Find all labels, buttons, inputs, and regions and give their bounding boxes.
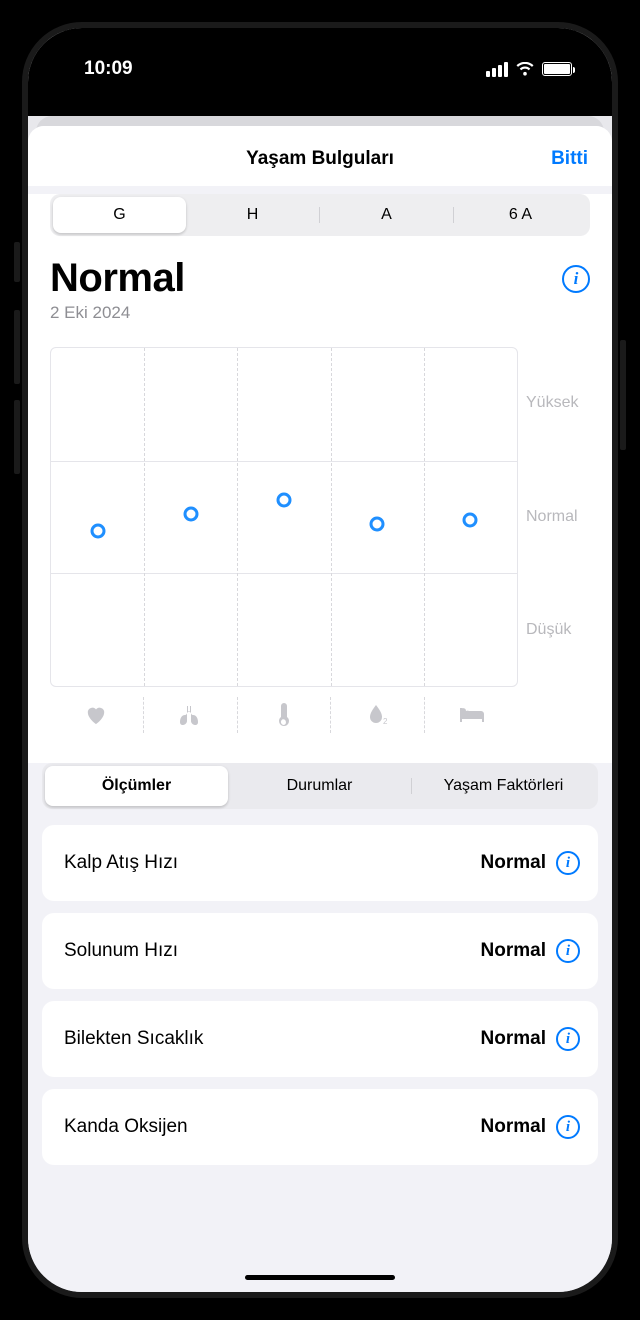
info-icon[interactable]: i — [562, 265, 590, 293]
chart-ylabel-low: Düşük — [526, 621, 590, 639]
heart-icon — [50, 697, 143, 733]
tab-life-factors[interactable]: Yaşam Faktörleri — [412, 766, 595, 806]
chart-gridline-v — [144, 348, 145, 686]
navigation-bar: Yaşam Bulguları Bitti — [28, 126, 612, 186]
status-icons — [486, 62, 572, 77]
chart-gridline-h — [51, 573, 517, 574]
wifi-icon — [515, 62, 535, 77]
metric-name: Solunum Hızı — [64, 940, 178, 962]
tab-measurements[interactable]: Ölçümler — [45, 766, 228, 806]
summary-date: 2 Eki 2024 — [50, 303, 590, 323]
metric-card-heart-rate[interactable]: Kalp Atış Hızı Normal i — [42, 825, 598, 901]
volume-up-button — [14, 310, 20, 384]
metric-card-wrist-temperature[interactable]: Bilekten Sıcaklık Normal i — [42, 1001, 598, 1077]
done-button[interactable]: Bitti — [528, 148, 588, 170]
status-time: 10:09 — [84, 58, 133, 80]
chart-gridline-h — [51, 461, 517, 462]
time-range-day[interactable]: G — [53, 197, 186, 233]
phone-frame: 10:09 Yaşam Bulguları Bitti G — [0, 0, 640, 1320]
chart-gridline-v — [331, 348, 332, 686]
chart-gridline-v — [424, 348, 425, 686]
time-range-six-months[interactable]: 6 A — [454, 197, 587, 233]
phone-body: 10:09 Yaşam Bulguları Bitti G — [22, 22, 618, 1298]
summary-block: Normal i 2 Eki 2024 — [28, 256, 612, 327]
bed-icon — [425, 697, 518, 733]
time-range-month[interactable]: A — [320, 197, 453, 233]
summary-status: Normal — [50, 256, 185, 301]
vitals-chart[interactable]: Yüksek Normal Düşük — [50, 347, 590, 687]
metric-card-respiratory-rate[interactable]: Solunum Hızı Normal i — [42, 913, 598, 989]
metric-value: Normal — [481, 1116, 546, 1138]
chart-data-point — [277, 493, 292, 508]
lungs-icon — [144, 697, 237, 733]
info-icon[interactable]: i — [556, 1115, 580, 1139]
chart-gridline-v — [237, 348, 238, 686]
info-icon[interactable]: i — [556, 1027, 580, 1051]
content-area: G H A 6 A Normal i 2 Eki 2024 — [28, 194, 612, 1217]
section-segmented-control[interactable]: Ölçümler Durumlar Yaşam Faktörleri — [42, 763, 598, 809]
metric-value: Normal — [481, 852, 546, 874]
silence-switch — [14, 242, 20, 282]
thermometer-icon — [238, 697, 331, 733]
metric-name: Kalp Atış Hızı — [64, 852, 178, 874]
chart-data-point — [463, 513, 478, 528]
time-range-week[interactable]: H — [186, 197, 319, 233]
metric-card-blood-oxygen[interactable]: Kanda Oksijen Normal i — [42, 1089, 598, 1165]
chart-grid — [50, 347, 518, 687]
bottom-section: Ölçümler Durumlar Yaşam Faktörleri Kalp … — [28, 763, 612, 1217]
home-indicator[interactable] — [245, 1275, 395, 1280]
page-title: Yaşam Bulguları — [246, 148, 394, 170]
chart-data-point — [183, 506, 198, 521]
sheet-backdrop — [28, 96, 612, 116]
power-button — [620, 340, 626, 450]
chart-ylabel-high: Yüksek — [526, 394, 590, 412]
chart-data-point — [90, 523, 105, 538]
metric-name: Bilekten Sıcaklık — [64, 1028, 203, 1050]
volume-down-button — [14, 400, 20, 474]
sheet-main: Yaşam Bulguları Bitti G H A 6 A Normal i — [28, 126, 612, 1292]
battery-icon — [542, 62, 572, 76]
oxygen-icon: 2 — [331, 697, 424, 733]
metric-value: Normal — [481, 940, 546, 962]
info-icon[interactable]: i — [556, 851, 580, 875]
chart-x-axis-icons: 2 — [50, 697, 590, 733]
cellular-signal-icon — [486, 62, 508, 77]
chart-data-point — [370, 516, 385, 531]
metric-value: Normal — [481, 1028, 546, 1050]
dynamic-island — [248, 54, 393, 94]
tab-states[interactable]: Durumlar — [228, 766, 411, 806]
metric-name: Kanda Oksijen — [64, 1116, 188, 1138]
time-range-segmented-control[interactable]: G H A 6 A — [50, 194, 590, 236]
chart-ylabel-normal: Normal — [526, 508, 590, 526]
svg-text:2: 2 — [383, 717, 388, 726]
info-icon[interactable]: i — [556, 939, 580, 963]
